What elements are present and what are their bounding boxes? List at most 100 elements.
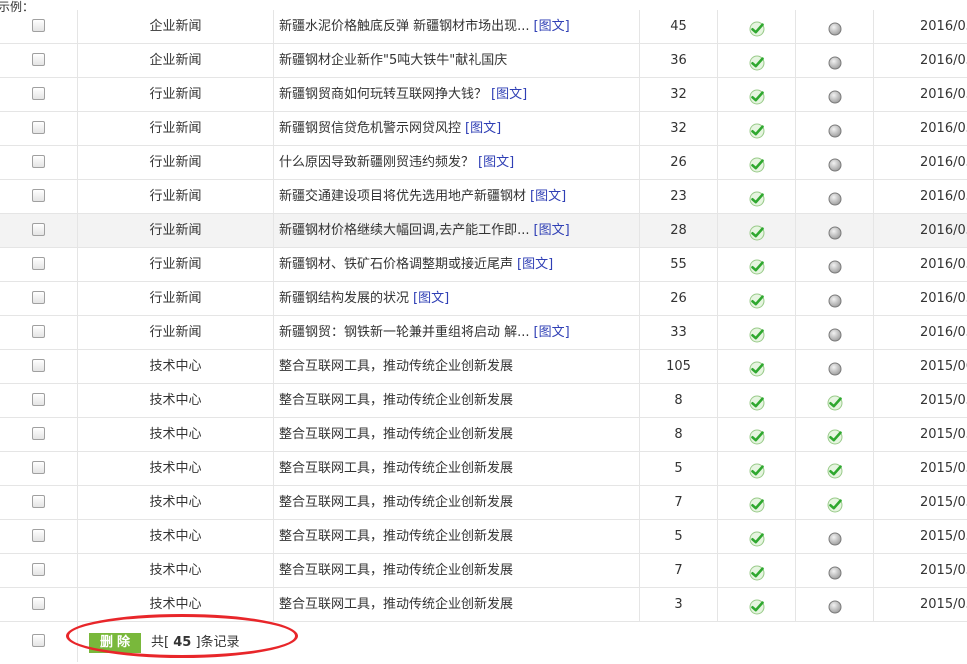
status-cell-2	[796, 282, 874, 315]
article-title[interactable]: 什么原因导致新疆刚贸违约频发？	[279, 155, 474, 170]
dot-icon[interactable]	[827, 51, 843, 70]
check-icon[interactable]	[827, 425, 843, 445]
article-title[interactable]: 整合互联网工具，推动传统企业创新发展	[279, 563, 513, 578]
dot-icon[interactable]	[827, 187, 843, 206]
check-icon[interactable]	[749, 17, 765, 37]
clicks-cell: 8	[640, 384, 718, 417]
row-select-cell	[0, 78, 78, 111]
article-title[interactable]: 新疆水泥价格触底反弹 新疆钢材市场出现...	[279, 19, 530, 34]
check-icon[interactable]	[749, 255, 765, 275]
title-cell: 新疆钢贸：钢铁新一轮兼并重组将启动 解... [图文]	[274, 316, 640, 349]
row-select-cell	[0, 10, 78, 43]
select-all-checkbox[interactable]	[32, 634, 45, 647]
check-icon[interactable]	[749, 595, 765, 615]
row-checkbox[interactable]	[32, 257, 45, 270]
footer-select-cell	[0, 622, 78, 662]
dot-icon[interactable]	[827, 561, 843, 580]
article-title[interactable]: 整合互联网工具，推动传统企业创新发展	[279, 597, 513, 612]
check-icon[interactable]	[749, 561, 765, 581]
dot-icon[interactable]	[827, 595, 843, 614]
dot-icon[interactable]	[827, 85, 843, 104]
dot-icon[interactable]	[827, 357, 843, 376]
image-text-tag[interactable]: [图文]	[534, 325, 570, 340]
row-checkbox[interactable]	[32, 291, 45, 304]
check-icon[interactable]	[749, 425, 765, 445]
article-title[interactable]: 整合互联网工具，推动传统企业创新发展	[279, 495, 513, 510]
article-title[interactable]: 新疆钢贸商如何玩转互联网挣大钱？	[279, 87, 487, 102]
image-text-tag[interactable]: [图文]	[530, 189, 566, 204]
check-icon[interactable]	[749, 527, 765, 547]
dot-icon[interactable]	[827, 289, 843, 308]
dot-icon[interactable]	[827, 221, 843, 240]
image-text-tag[interactable]: [图文]	[534, 223, 570, 238]
check-icon[interactable]	[749, 357, 765, 377]
table-row: 技术中心整合互联网工具，推动传统企业创新发展 5 2015/05	[0, 520, 967, 554]
status-cell-2	[796, 350, 874, 383]
dot-icon[interactable]	[827, 17, 843, 36]
row-checkbox[interactable]	[32, 53, 45, 66]
article-title[interactable]: 新疆钢材、铁矿石价格调整期或接近尾声	[279, 257, 513, 272]
article-title[interactable]: 整合互联网工具，推动传统企业创新发展	[279, 393, 513, 408]
title-cell: 新疆钢材价格继续大幅回调,去产能工作即... [图文]	[274, 214, 640, 247]
row-checkbox[interactable]	[32, 19, 45, 32]
row-checkbox[interactable]	[32, 325, 45, 338]
article-title[interactable]: 整合互联网工具，推动传统企业创新发展	[279, 359, 513, 374]
status-cell-1	[718, 248, 796, 281]
row-checkbox[interactable]	[32, 495, 45, 508]
row-checkbox[interactable]	[32, 393, 45, 406]
row-checkbox[interactable]	[32, 223, 45, 236]
row-select-cell	[0, 214, 78, 247]
check-icon[interactable]	[749, 187, 765, 207]
article-title[interactable]: 新疆钢材企业新作"5吨大铁牛"献礼国庆	[279, 53, 507, 68]
row-checkbox[interactable]	[32, 155, 45, 168]
article-title[interactable]: 新疆钢结构发展的状况	[279, 291, 409, 306]
check-icon[interactable]	[749, 323, 765, 343]
dot-icon[interactable]	[827, 527, 843, 546]
article-title[interactable]: 新疆钢贸信贷危机警示网贷风控	[279, 121, 461, 136]
check-icon[interactable]	[749, 221, 765, 241]
article-title[interactable]: 新疆钢贸：钢铁新一轮兼并重组将启动 解...	[279, 325, 530, 340]
category-cell: 技术中心	[78, 452, 274, 485]
check-icon[interactable]	[749, 119, 765, 139]
row-checkbox[interactable]	[32, 359, 45, 372]
check-icon[interactable]	[749, 85, 765, 105]
check-icon[interactable]	[749, 289, 765, 309]
image-text-tag[interactable]: [图文]	[534, 19, 570, 34]
dot-icon[interactable]	[827, 119, 843, 138]
row-checkbox[interactable]	[32, 427, 45, 440]
row-checkbox[interactable]	[32, 189, 45, 202]
row-checkbox[interactable]	[32, 121, 45, 134]
check-icon[interactable]	[749, 459, 765, 479]
title-cell: 新疆钢结构发展的状况 [图文]	[274, 282, 640, 315]
check-icon[interactable]	[749, 51, 765, 71]
check-icon[interactable]	[749, 153, 765, 173]
row-checkbox[interactable]	[32, 563, 45, 576]
article-title[interactable]: 整合互联网工具，推动传统企业创新发展	[279, 427, 513, 442]
article-title[interactable]: 整合互联网工具，推动传统企业创新发展	[279, 529, 513, 544]
status-cell-1	[718, 180, 796, 213]
status-cell-2	[796, 78, 874, 111]
dot-icon[interactable]	[827, 255, 843, 274]
row-checkbox[interactable]	[32, 529, 45, 542]
image-text-tag[interactable]: [图文]	[465, 121, 501, 136]
row-checkbox[interactable]	[32, 597, 45, 610]
check-icon[interactable]	[827, 391, 843, 411]
clicks-cell: 26	[640, 282, 718, 315]
dot-icon[interactable]	[827, 153, 843, 172]
dot-icon[interactable]	[827, 323, 843, 342]
image-text-tag[interactable]: [图文]	[517, 257, 553, 272]
article-title[interactable]: 新疆钢材价格继续大幅回调,去产能工作即...	[279, 223, 530, 238]
row-checkbox[interactable]	[32, 87, 45, 100]
row-select-cell	[0, 248, 78, 281]
delete-button[interactable]: 删除	[89, 633, 141, 653]
article-title[interactable]: 新疆交通建设项目将优先选用地产新疆钢材	[279, 189, 526, 204]
image-text-tag[interactable]: [图文]	[491, 87, 527, 102]
check-icon[interactable]	[827, 493, 843, 513]
image-text-tag[interactable]: [图文]	[413, 291, 449, 306]
image-text-tag[interactable]: [图文]	[478, 155, 514, 170]
row-checkbox[interactable]	[32, 461, 45, 474]
check-icon[interactable]	[749, 391, 765, 411]
check-icon[interactable]	[749, 493, 765, 513]
check-icon[interactable]	[827, 459, 843, 479]
article-title[interactable]: 整合互联网工具，推动传统企业创新发展	[279, 461, 513, 476]
